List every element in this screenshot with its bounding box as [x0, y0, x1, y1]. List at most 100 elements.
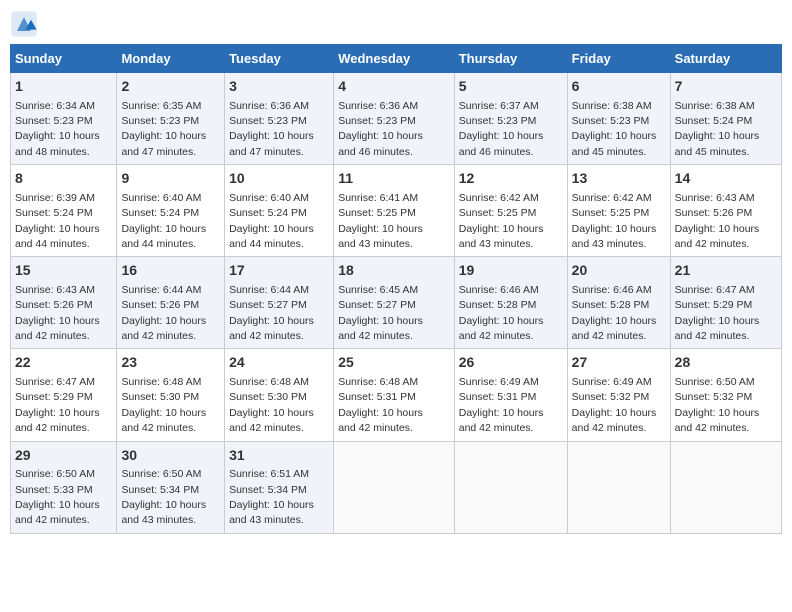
- calendar-header-row: SundayMondayTuesdayWednesdayThursdayFrid…: [11, 45, 782, 73]
- day-number: 16: [121, 261, 220, 281]
- calendar-cell: 13 Sunrise: 6:42 AMSunset: 5:25 PMDayligh…: [567, 165, 670, 257]
- col-header-thursday: Thursday: [454, 45, 567, 73]
- logo-icon: [10, 10, 38, 38]
- day-number: 4: [338, 77, 450, 97]
- calendar-cell: 20Sunrise: 6:46 AMSunset: 5:28 PMDayligh…: [567, 257, 670, 349]
- day-number: 1: [15, 77, 112, 97]
- calendar-week-row: 22Sunrise: 6:47 AMSunset: 5:29 PMDayligh…: [11, 349, 782, 441]
- day-number: 10: [229, 169, 329, 189]
- cell-info: Sunrise: 6:40 AMSunset: 5:24 PMDaylight:…: [229, 192, 314, 250]
- calendar-cell: 15 Sunrise: 6:43 AMSunset: 5:26 PMDayligh…: [11, 257, 117, 349]
- col-header-sunday: Sunday: [11, 45, 117, 73]
- day-number: 12: [459, 169, 563, 189]
- day-number: 3: [229, 77, 329, 97]
- calendar-cell: 10 Sunrise: 6:40 AMSunset: 5:24 PMDayligh…: [225, 165, 334, 257]
- day-number: 17: [229, 261, 329, 281]
- calendar-cell: 28 Sunrise: 6:50 AMSunset: 5:32 PMDayligh…: [670, 349, 781, 441]
- calendar-cell: 27 Sunrise: 6:49 AMSunset: 5:32 PMDayligh…: [567, 349, 670, 441]
- cell-info: Sunrise: 6:38 AMSunset: 5:24 PMDaylight:…: [675, 100, 760, 158]
- day-number: 15: [15, 261, 112, 281]
- day-number: 25: [338, 353, 450, 373]
- day-number: 9: [121, 169, 220, 189]
- cell-info: Sunrise: 6:45 AMSunset: 5:27 PMDaylight:…: [338, 284, 423, 342]
- calendar-cell: 9Sunrise: 6:40 AMSunset: 5:24 PMDaylight…: [117, 165, 225, 257]
- calendar-cell: 19 Sunrise: 6:46 AMSunset: 5:28 PMDayligh…: [454, 257, 567, 349]
- cell-info: Sunrise: 6:36 AMSunset: 5:23 PMDaylight:…: [338, 100, 423, 158]
- day-number: 27: [572, 353, 666, 373]
- calendar-cell: 11 Sunrise: 6:41 AMSunset: 5:25 PMDayligh…: [334, 165, 455, 257]
- cell-info: Sunrise: 6:43 AMSunset: 5:26 PMDaylight:…: [675, 192, 760, 250]
- calendar-week-row: 29Sunrise: 6:50 AMSunset: 5:33 PMDayligh…: [11, 441, 782, 533]
- day-number: 5: [459, 77, 563, 97]
- calendar-cell: 17 Sunrise: 6:44 AMSunset: 5:27 PMDayligh…: [225, 257, 334, 349]
- calendar-cell: [567, 441, 670, 533]
- calendar-cell: 29Sunrise: 6:50 AMSunset: 5:33 PMDayligh…: [11, 441, 117, 533]
- cell-info: Sunrise: 6:44 AMSunset: 5:27 PMDaylight:…: [229, 284, 314, 342]
- col-header-friday: Friday: [567, 45, 670, 73]
- day-number: 13: [572, 169, 666, 189]
- calendar-cell: 24 Sunrise: 6:48 AMSunset: 5:30 PMDayligh…: [225, 349, 334, 441]
- cell-info: Sunrise: 6:44 AMSunset: 5:26 PMDaylight:…: [121, 284, 206, 342]
- day-number: 2: [121, 77, 220, 97]
- day-number: 14: [675, 169, 777, 189]
- day-number: 19: [459, 261, 563, 281]
- calendar-cell: 6Sunrise: 6:38 AMSunset: 5:23 PMDaylight…: [567, 73, 670, 165]
- col-header-tuesday: Tuesday: [225, 45, 334, 73]
- cell-info: Sunrise: 6:47 AMSunset: 5:29 PMDaylight:…: [15, 376, 100, 434]
- calendar-cell: 14 Sunrise: 6:43 AMSunset: 5:26 PMDayligh…: [670, 165, 781, 257]
- cell-info: Sunrise: 6:48 AMSunset: 5:30 PMDaylight:…: [121, 376, 206, 434]
- day-number: 21: [675, 261, 777, 281]
- col-header-saturday: Saturday: [670, 45, 781, 73]
- day-number: 18: [338, 261, 450, 281]
- day-number: 20: [572, 261, 666, 281]
- calendar-cell: 25Sunrise: 6:48 AMSunset: 5:31 PMDayligh…: [334, 349, 455, 441]
- cell-info: Sunrise: 6:38 AMSunset: 5:23 PMDaylight:…: [572, 100, 657, 158]
- day-number: 24: [229, 353, 329, 373]
- cell-info: Sunrise: 6:49 AMSunset: 5:31 PMDaylight:…: [459, 376, 544, 434]
- calendar-cell: [670, 441, 781, 533]
- col-header-monday: Monday: [117, 45, 225, 73]
- cell-info: Sunrise: 6:39 AMSunset: 5:24 PMDaylight:…: [15, 192, 100, 250]
- cell-info: Sunrise: 6:46 AMSunset: 5:28 PMDaylight:…: [459, 284, 544, 342]
- calendar-cell: 1 Sunrise: 6:34 AMSunset: 5:23 PMDaylight…: [11, 73, 117, 165]
- cell-info: Sunrise: 6:48 AMSunset: 5:30 PMDaylight:…: [229, 376, 314, 434]
- cell-info: Sunrise: 6:50 AMSunset: 5:32 PMDaylight:…: [675, 376, 760, 434]
- cell-info: Sunrise: 6:50 AMSunset: 5:33 PMDaylight:…: [15, 468, 100, 526]
- day-number: 11: [338, 169, 450, 189]
- calendar-week-row: 1 Sunrise: 6:34 AMSunset: 5:23 PMDaylight…: [11, 73, 782, 165]
- calendar-cell: 18 Sunrise: 6:45 AMSunset: 5:27 PMDayligh…: [334, 257, 455, 349]
- calendar-cell: 2Sunrise: 6:35 AMSunset: 5:23 PMDaylight…: [117, 73, 225, 165]
- calendar-cell: 21 Sunrise: 6:47 AMSunset: 5:29 PMDayligh…: [670, 257, 781, 349]
- calendar-cell: 3 Sunrise: 6:36 AMSunset: 5:23 PMDaylight…: [225, 73, 334, 165]
- cell-info: Sunrise: 6:36 AMSunset: 5:23 PMDaylight:…: [229, 100, 314, 158]
- cell-info: Sunrise: 6:42 AMSunset: 5:25 PMDaylight:…: [572, 192, 657, 250]
- cell-info: Sunrise: 6:34 AMSunset: 5:23 PMDaylight:…: [15, 100, 100, 158]
- cell-info: Sunrise: 6:47 AMSunset: 5:29 PMDaylight:…: [675, 284, 760, 342]
- page-header: [10, 10, 782, 38]
- calendar-cell: 30Sunrise: 6:50 AMSunset: 5:34 PMDayligh…: [117, 441, 225, 533]
- cell-info: Sunrise: 6:41 AMSunset: 5:25 PMDaylight:…: [338, 192, 423, 250]
- cell-info: Sunrise: 6:37 AMSunset: 5:23 PMDaylight:…: [459, 100, 544, 158]
- cell-info: Sunrise: 6:43 AMSunset: 5:26 PMDaylight:…: [15, 284, 100, 342]
- day-number: 7: [675, 77, 777, 97]
- day-number: 31: [229, 446, 329, 466]
- calendar-cell: 8Sunrise: 6:39 AMSunset: 5:24 PMDaylight…: [11, 165, 117, 257]
- calendar-cell: 26 Sunrise: 6:49 AMSunset: 5:31 PMDayligh…: [454, 349, 567, 441]
- cell-info: Sunrise: 6:50 AMSunset: 5:34 PMDaylight:…: [121, 468, 206, 526]
- calendar-cell: 5 Sunrise: 6:37 AMSunset: 5:23 PMDaylight…: [454, 73, 567, 165]
- cell-info: Sunrise: 6:49 AMSunset: 5:32 PMDaylight:…: [572, 376, 657, 434]
- day-number: 29: [15, 446, 112, 466]
- calendar-cell: 23Sunrise: 6:48 AMSunset: 5:30 PMDayligh…: [117, 349, 225, 441]
- calendar-cell: [454, 441, 567, 533]
- logo: [10, 10, 42, 38]
- calendar-cell: 12Sunrise: 6:42 AMSunset: 5:25 PMDayligh…: [454, 165, 567, 257]
- day-number: 28: [675, 353, 777, 373]
- cell-info: Sunrise: 6:51 AMSunset: 5:34 PMDaylight:…: [229, 468, 314, 526]
- day-number: 30: [121, 446, 220, 466]
- calendar-cell: 22Sunrise: 6:47 AMSunset: 5:29 PMDayligh…: [11, 349, 117, 441]
- calendar-week-row: 15 Sunrise: 6:43 AMSunset: 5:26 PMDayligh…: [11, 257, 782, 349]
- day-number: 26: [459, 353, 563, 373]
- col-header-wednesday: Wednesday: [334, 45, 455, 73]
- calendar-cell: [334, 441, 455, 533]
- calendar-table: SundayMondayTuesdayWednesdayThursdayFrid…: [10, 44, 782, 534]
